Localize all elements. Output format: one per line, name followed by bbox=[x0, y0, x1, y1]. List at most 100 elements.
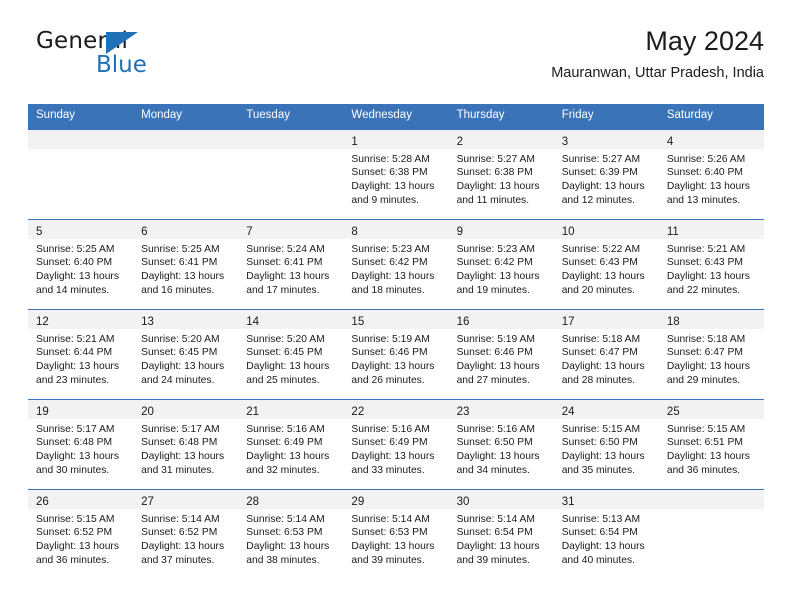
sunset-text: Sunset: 6:54 PM bbox=[456, 527, 533, 539]
weekday-header-tuesday: Tuesday bbox=[246, 109, 290, 121]
sunrise-text: Sunrise: 5:19 AM bbox=[456, 333, 535, 345]
calendar-day-cell[interactable]: 23 Sunrise: 5:16 AM Sunset: 6:50 PM Dayl… bbox=[448, 399, 554, 489]
sunset-text: Sunset: 6:44 PM bbox=[36, 347, 113, 359]
day-number-band bbox=[28, 129, 134, 149]
sunrise-text: Sunrise: 5:27 AM bbox=[561, 153, 641, 165]
day-details: Sunrise: 5:18 AM Sunset: 6:47 PM Dayligh… bbox=[554, 329, 659, 387]
sunset-text: Sunset: 6:53 PM bbox=[246, 527, 323, 539]
sunrise-text: Sunrise: 5:14 AM bbox=[351, 513, 430, 525]
daylight-text: Daylight: 13 hours and 17 minutes. bbox=[246, 270, 330, 296]
calendar-day-cell[interactable]: 16 Sunrise: 5:19 AM Sunset: 6:46 PM Dayl… bbox=[448, 309, 554, 399]
sunrise-text: Sunrise: 5:18 AM bbox=[561, 333, 641, 345]
sunset-text: Sunset: 6:48 PM bbox=[141, 437, 218, 449]
day-number: 17 bbox=[561, 315, 575, 328]
day-details: Sunrise: 5:27 AM Sunset: 6:39 PM Dayligh… bbox=[554, 149, 659, 207]
calendar-day-cell[interactable]: 21 Sunrise: 5:16 AM Sunset: 6:49 PM Dayl… bbox=[238, 399, 344, 489]
page-header: General Blue May 2024 Mauranwan, Uttar P… bbox=[28, 26, 764, 98]
sunrise-text: Sunrise: 5:25 AM bbox=[141, 243, 220, 255]
day-number-band bbox=[238, 129, 344, 149]
calendar-day-cell[interactable]: 31 Sunrise: 5:13 AM Sunset: 6:54 PM Dayl… bbox=[553, 489, 659, 579]
sunset-text: Sunset: 6:42 PM bbox=[456, 257, 533, 269]
daylight-text: Daylight: 13 hours and 9 minutes. bbox=[351, 180, 435, 206]
calendar-day-cell[interactable]: 27 Sunrise: 5:14 AM Sunset: 6:52 PM Dayl… bbox=[133, 489, 239, 579]
daylight-text: Daylight: 13 hours and 20 minutes. bbox=[561, 270, 645, 296]
day-details: Sunrise: 5:14 AM Sunset: 6:53 PM Dayligh… bbox=[238, 509, 343, 567]
calendar-day-cell[interactable]: 13 Sunrise: 5:20 AM Sunset: 6:45 PM Dayl… bbox=[133, 309, 239, 399]
calendar-day-cell[interactable]: 6 Sunrise: 5:25 AM Sunset: 6:41 PM Dayli… bbox=[133, 219, 239, 309]
calendar-page: General Blue May 2024 Mauranwan, Uttar P… bbox=[0, 0, 792, 612]
day-number: 27 bbox=[141, 495, 154, 508]
day-details: Sunrise: 5:21 AM Sunset: 6:44 PM Dayligh… bbox=[28, 329, 133, 387]
calendar-day-cell bbox=[28, 129, 134, 219]
daylight-text: Daylight: 13 hours and 19 minutes. bbox=[456, 270, 540, 296]
calendar-day-cell[interactable]: 30 Sunrise: 5:14 AM Sunset: 6:54 PM Dayl… bbox=[448, 489, 554, 579]
calendar-day-cell[interactable]: 29 Sunrise: 5:14 AM Sunset: 6:53 PM Dayl… bbox=[343, 489, 449, 579]
sunset-text: Sunset: 6:52 PM bbox=[36, 527, 113, 539]
calendar-day-cell[interactable]: 4 Sunrise: 5:26 AM Sunset: 6:40 PM Dayli… bbox=[658, 129, 764, 219]
weekday-header-wednesday: Wednesday bbox=[351, 109, 412, 121]
calendar-day-cell[interactable]: 20 Sunrise: 5:17 AM Sunset: 6:48 PM Dayl… bbox=[133, 399, 239, 489]
daylight-text: Daylight: 13 hours and 40 minutes. bbox=[561, 540, 645, 566]
day-number-band: 2 bbox=[448, 129, 554, 149]
day-details: Sunrise: 5:19 AM Sunset: 6:46 PM Dayligh… bbox=[449, 329, 554, 387]
calendar-day-cell[interactable]: 8 Sunrise: 5:23 AM Sunset: 6:42 PM Dayli… bbox=[343, 219, 449, 309]
sunrise-text: Sunrise: 5:21 AM bbox=[666, 243, 746, 255]
calendar-day-cell[interactable]: 3 Sunrise: 5:27 AM Sunset: 6:39 PM Dayli… bbox=[553, 129, 659, 219]
daylight-text: Daylight: 13 hours and 32 minutes. bbox=[246, 450, 330, 476]
sunrise-text: Sunrise: 5:21 AM bbox=[36, 333, 115, 345]
calendar-day-cell[interactable]: 19 Sunrise: 5:17 AM Sunset: 6:48 PM Dayl… bbox=[28, 399, 134, 489]
day-number: 8 bbox=[351, 225, 358, 238]
day-number: 28 bbox=[246, 495, 260, 508]
brand-logo[interactable]: General Blue bbox=[36, 30, 216, 86]
calendar-week-row: 19 Sunrise: 5:17 AM Sunset: 6:48 PM Dayl… bbox=[28, 398, 764, 489]
calendar-day-cell[interactable]: 25 Sunrise: 5:15 AM Sunset: 6:51 PM Dayl… bbox=[658, 399, 764, 489]
daylight-text: Daylight: 13 hours and 31 minutes. bbox=[141, 450, 225, 476]
sunset-text: Sunset: 6:39 PM bbox=[561, 167, 638, 179]
calendar-day-cell[interactable]: 15 Sunrise: 5:19 AM Sunset: 6:46 PM Dayl… bbox=[343, 309, 449, 399]
calendar-day-cell[interactable]: 9 Sunrise: 5:23 AM Sunset: 6:42 PM Dayli… bbox=[448, 219, 554, 309]
day-number-band: 6 bbox=[133, 219, 239, 239]
day-number-band bbox=[658, 489, 764, 509]
sunset-text: Sunset: 6:49 PM bbox=[246, 437, 323, 449]
sunset-text: Sunset: 6:50 PM bbox=[456, 437, 533, 449]
sunset-text: Sunset: 6:54 PM bbox=[561, 527, 638, 539]
calendar-day-cell[interactable]: 26 Sunrise: 5:15 AM Sunset: 6:52 PM Dayl… bbox=[28, 489, 134, 579]
calendar-day-cell[interactable]: 24 Sunrise: 5:15 AM Sunset: 6:50 PM Dayl… bbox=[553, 399, 659, 489]
calendar-day-cell[interactable]: 28 Sunrise: 5:14 AM Sunset: 6:53 PM Dayl… bbox=[238, 489, 344, 579]
daylight-text: Daylight: 13 hours and 36 minutes. bbox=[666, 450, 750, 476]
calendar-day-cell[interactable]: 17 Sunrise: 5:18 AM Sunset: 6:47 PM Dayl… bbox=[553, 309, 659, 399]
sunset-text: Sunset: 6:43 PM bbox=[666, 257, 743, 269]
daylight-text: Daylight: 13 hours and 13 minutes. bbox=[666, 180, 750, 206]
day-number-band: 17 bbox=[553, 309, 659, 329]
day-number-band: 12 bbox=[28, 309, 134, 329]
calendar-day-cell[interactable]: 18 Sunrise: 5:18 AM Sunset: 6:47 PM Dayl… bbox=[658, 309, 764, 399]
daylight-text: Daylight: 13 hours and 39 minutes. bbox=[456, 540, 540, 566]
calendar-day-cell[interactable]: 7 Sunrise: 5:24 AM Sunset: 6:41 PM Dayli… bbox=[238, 219, 344, 309]
calendar-day-cell[interactable]: 22 Sunrise: 5:16 AM Sunset: 6:49 PM Dayl… bbox=[343, 399, 449, 489]
sunrise-text: Sunrise: 5:17 AM bbox=[141, 423, 220, 435]
sunrise-text: Sunrise: 5:14 AM bbox=[141, 513, 220, 525]
day-number: 31 bbox=[561, 495, 575, 508]
calendar-day-cell[interactable]: 10 Sunrise: 5:22 AM Sunset: 6:43 PM Dayl… bbox=[553, 219, 659, 309]
day-number: 16 bbox=[456, 315, 470, 328]
sunrise-text: Sunrise: 5:23 AM bbox=[351, 243, 430, 255]
calendar-day-cell[interactable]: 11 Sunrise: 5:21 AM Sunset: 6:43 PM Dayl… bbox=[658, 219, 764, 309]
sunrise-text: Sunrise: 5:25 AM bbox=[36, 243, 115, 255]
calendar-day-cell[interactable]: 5 Sunrise: 5:25 AM Sunset: 6:40 PM Dayli… bbox=[28, 219, 134, 309]
day-number: 19 bbox=[36, 405, 49, 418]
day-number-band: 26 bbox=[28, 489, 134, 509]
day-details: Sunrise: 5:26 AM Sunset: 6:40 PM Dayligh… bbox=[659, 149, 764, 207]
day-number-band: 3 bbox=[553, 129, 659, 149]
day-details: Sunrise: 5:27 AM Sunset: 6:38 PM Dayligh… bbox=[449, 149, 554, 207]
day-number: 4 bbox=[666, 135, 674, 148]
calendar-day-cell[interactable]: 14 Sunrise: 5:20 AM Sunset: 6:45 PM Dayl… bbox=[238, 309, 344, 399]
calendar-day-cell[interactable]: 12 Sunrise: 5:21 AM Sunset: 6:44 PM Dayl… bbox=[28, 309, 134, 399]
day-details: Sunrise: 5:16 AM Sunset: 6:49 PM Dayligh… bbox=[343, 419, 448, 477]
day-details: Sunrise: 5:17 AM Sunset: 6:48 PM Dayligh… bbox=[28, 419, 133, 477]
calendar-day-cell[interactable]: 2 Sunrise: 5:27 AM Sunset: 6:38 PM Dayli… bbox=[448, 129, 554, 219]
calendar-day-cell[interactable]: 1 Sunrise: 5:28 AM Sunset: 6:38 PM Dayli… bbox=[343, 129, 449, 219]
daylight-text: Daylight: 13 hours and 30 minutes. bbox=[36, 450, 119, 476]
sunrise-text: Sunrise: 5:13 AM bbox=[561, 513, 641, 525]
day-number: 14 bbox=[246, 315, 260, 328]
day-number-band: 21 bbox=[238, 399, 344, 419]
